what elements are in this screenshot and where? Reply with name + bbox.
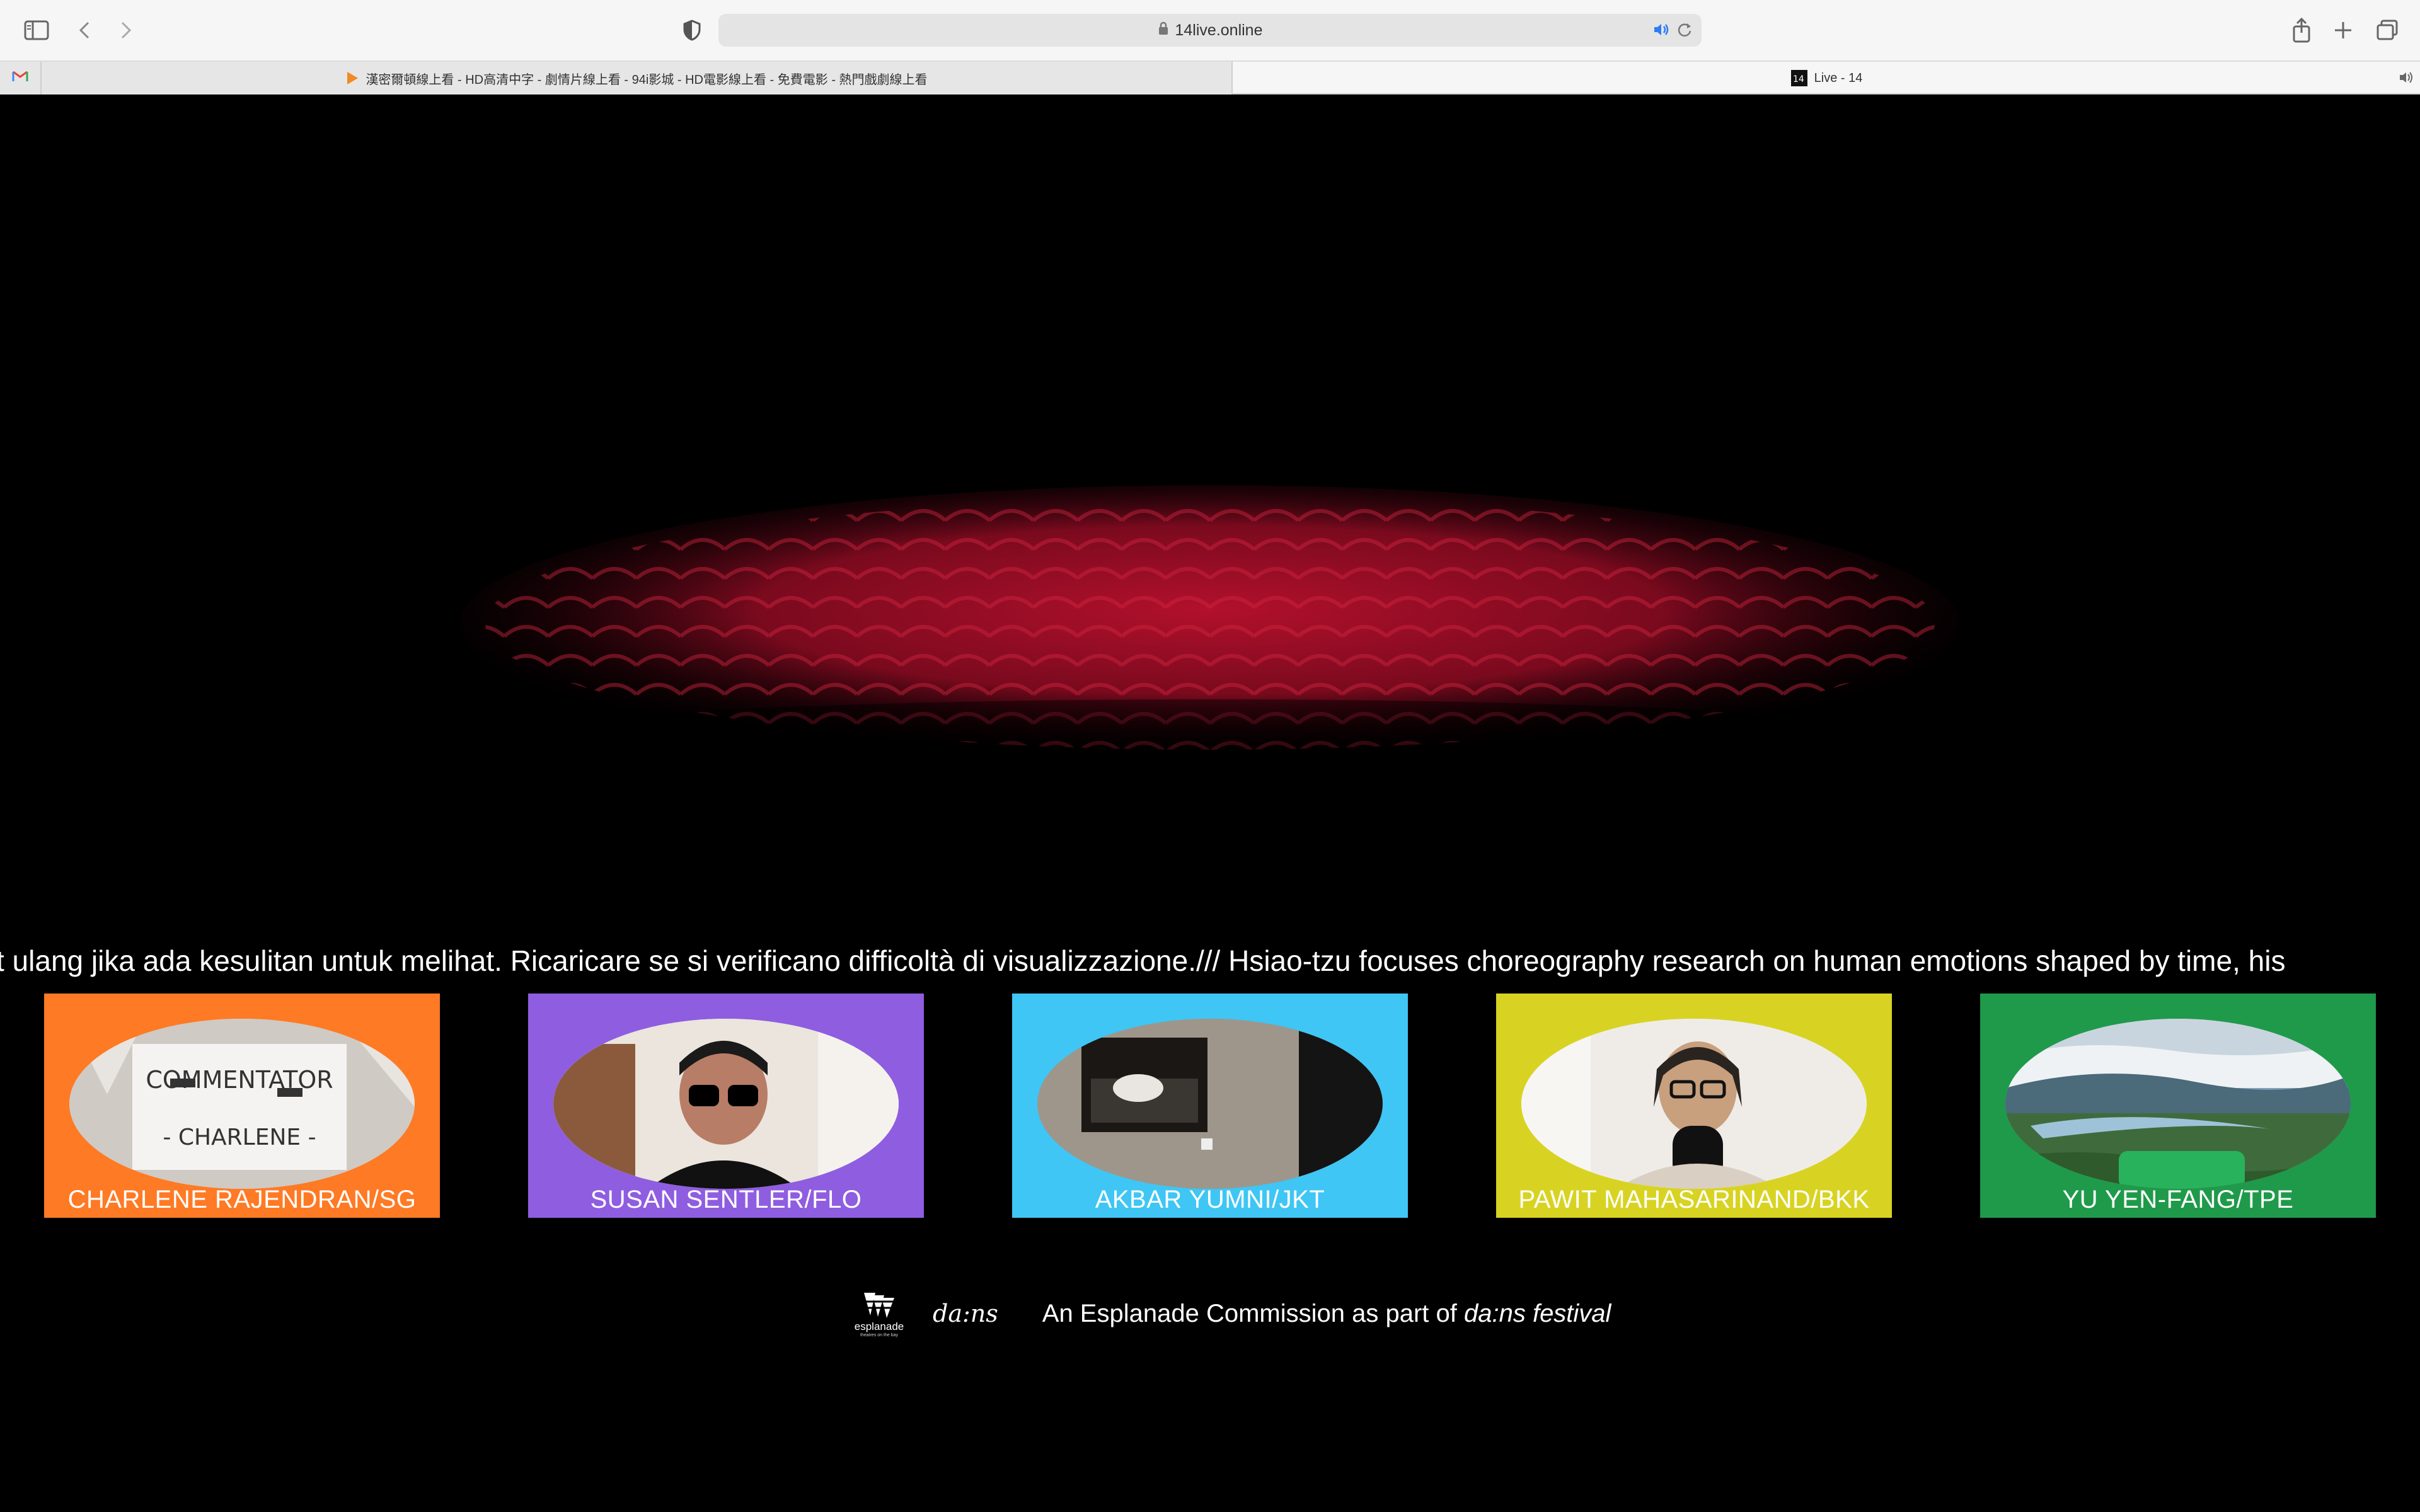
- speaker-name: PAWIT MAHASARINAND/BKK: [1518, 1186, 1870, 1213]
- speaker-video: COMMENTATOR - CHARLENE -: [69, 1019, 415, 1189]
- sign-line-2: - CHARLENE -: [163, 1125, 316, 1150]
- speaker-icon[interactable]: [1652, 21, 1670, 42]
- speaker-panel-pawit[interactable]: PAWIT MAHASARINAND/BKK: [1496, 994, 1892, 1218]
- festival-name: da:ns festival: [1463, 1299, 1611, 1327]
- speaker-name: YU YEN-FANG/TPE: [2062, 1186, 2294, 1213]
- svg-text:14: 14: [1793, 74, 1804, 84]
- play-icon: [345, 71, 359, 86]
- sign-line-1: COMMENTATOR: [146, 1066, 333, 1094]
- speaker-panel-akbar[interactable]: AKBAR YUMNI/JKT: [1012, 994, 1408, 1218]
- scrolling-ticker: t ulang jika ada kesulitan untuk melihat…: [0, 944, 2286, 977]
- tab-bar: 漢密爾頓線上看 - HD高清中字 - 劇情片線上看 - 94i影城 - HD電影…: [0, 60, 2420, 94]
- forward-icon[interactable]: [111, 15, 141, 45]
- sidebar-toggle-icon[interactable]: [21, 15, 52, 45]
- speaker-panel-susan[interactable]: SUSAN SENTLER/FLO: [528, 994, 924, 1218]
- speaker-name: AKBAR YUMNI/JKT: [1095, 1186, 1325, 1213]
- live-14-favicon-icon: 14: [1790, 69, 1808, 87]
- gmail-icon: [12, 70, 28, 86]
- speaker-video: [553, 1019, 899, 1189]
- speaker-panels: COMMENTATOR - CHARLENE - CHARLENE RAJEND…: [0, 994, 2420, 1220]
- landscape-image: [2005, 1019, 2351, 1189]
- pawit-webcam-image: [1521, 1019, 1867, 1189]
- esplanade-wordmark: esplanade: [854, 1320, 904, 1332]
- esplanade-logo[interactable]: esplanade theatres on the bay: [851, 1290, 908, 1337]
- reload-icon[interactable]: [1676, 21, 1693, 42]
- speaker-video: [1037, 1019, 1383, 1189]
- akbar-webcam-image: [1037, 1019, 1383, 1189]
- credit-prefix: An Esplanade Commission as part of: [1042, 1299, 1464, 1327]
- tab-live-14[interactable]: 14 Live - 14: [1233, 62, 2420, 94]
- tab-label: Live - 14: [1814, 71, 1863, 85]
- tab-overview-icon[interactable]: [2372, 15, 2402, 45]
- url-text: 14live.online: [1175, 21, 1263, 39]
- commission-credit: An Esplanade Commission as part of da:ns…: [1042, 1300, 1611, 1328]
- address-bar[interactable]: 14live.online: [718, 14, 1702, 47]
- speaker-panel-charlene[interactable]: COMMENTATOR - CHARLENE - CHARLENE RAJEND…: [44, 994, 440, 1218]
- footer-credits: esplanade theatres on the bay da:ns An E…: [851, 1279, 1670, 1348]
- back-icon[interactable]: [69, 15, 100, 45]
- new-tab-icon[interactable]: [2328, 15, 2358, 45]
- tab-label: 漢密爾頓線上看 - HD高清中字 - 劇情片線上看 - 94i影城 - HD電影…: [366, 72, 928, 87]
- speaker-name: SUSAN SENTLER/FLO: [590, 1186, 862, 1213]
- speaker-video: [2005, 1019, 2351, 1189]
- tab-audio-icon[interactable]: [2399, 71, 2415, 88]
- theatre-seats-image: [460, 485, 1960, 775]
- share-icon[interactable]: [2286, 15, 2317, 45]
- speaker-name: CHARLENE RAJENDRAN/SG: [67, 1186, 417, 1213]
- esplanade-tagline: theatres on the bay: [860, 1332, 898, 1337]
- browser-toolbar: 14live.online: [0, 0, 2420, 60]
- lock-icon: [1158, 21, 1169, 40]
- speaker-panel-yu[interactable]: YU YEN-FANG/TPE: [1980, 994, 2376, 1218]
- privacy-shield-icon[interactable]: [677, 15, 707, 45]
- tab-hamilton[interactable]: 漢密爾頓線上看 - HD高清中字 - 劇情片線上看 - 94i影城 - HD電影…: [42, 62, 1233, 94]
- susan-webcam-image: [553, 1019, 899, 1189]
- esplanade-logo-icon: [863, 1292, 896, 1318]
- speaker-video: [1521, 1019, 1867, 1189]
- live-video-stage[interactable]: [460, 94, 1960, 926]
- dans-logo[interactable]: da:ns: [933, 1300, 998, 1327]
- tab-gmail-pinned[interactable]: [0, 62, 42, 94]
- page-content: t ulang jika ada kesulitan untuk melihat…: [0, 94, 2420, 1512]
- commentator-sign-image: COMMENTATOR - CHARLENE -: [69, 1019, 415, 1189]
